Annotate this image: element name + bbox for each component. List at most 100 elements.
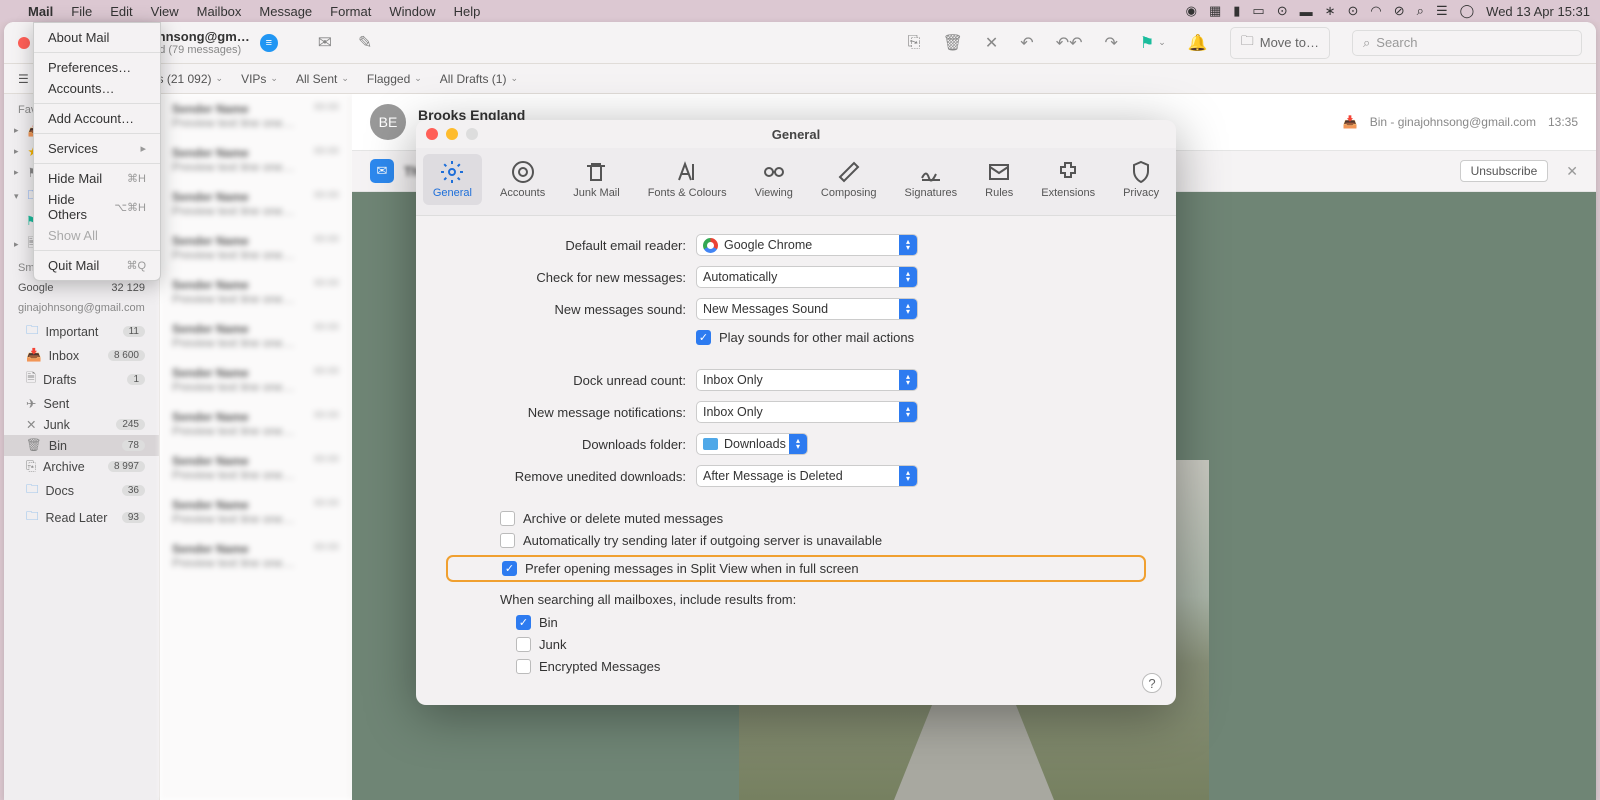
select-dock[interactable]: Inbox Only▴▾: [696, 369, 918, 391]
checkbox-search-encrypted[interactable]: [516, 659, 531, 674]
unsubscribe-button[interactable]: Unsubscribe: [1460, 160, 1549, 182]
menu-edit[interactable]: Edit: [110, 4, 132, 19]
envelope-icon[interactable]: ✉: [318, 33, 332, 53]
favourites-bar: ☰ Mailboxes All Inboxes (21 092) ⌄ VIPs …: [4, 64, 1596, 94]
menu-mailbox[interactable]: Mailbox: [197, 4, 242, 19]
user-icon[interactable]: ⊘: [1394, 3, 1405, 19]
favbar-all-drafts[interactable]: All Drafts (1) ⌄: [440, 72, 518, 86]
record-icon[interactable]: ⊙: [1277, 3, 1288, 19]
menu-services[interactable]: Services▸: [34, 138, 160, 159]
menu-hide-others[interactable]: Hide Others⌥⌘H: [34, 189, 160, 225]
siri-icon[interactable]: ◯: [1460, 3, 1475, 19]
close-banner-icon[interactable]: ✕: [1566, 163, 1578, 180]
menu-add-account[interactable]: Add Account…: [34, 108, 160, 129]
pref-tab-general[interactable]: General: [423, 154, 482, 205]
highlighted-option: ✓ Prefer opening messages in Split View w…: [446, 555, 1146, 582]
reply-icon[interactable]: ↶: [1020, 33, 1033, 53]
sidebar-item-drafts[interactable]: 🗎Drafts1: [4, 366, 159, 393]
favbar-flagged[interactable]: Flagged ⌄: [367, 72, 422, 86]
spotlight-icon[interactable]: ⌕: [1417, 3, 1424, 19]
menu-about-mail[interactable]: About Mail: [34, 27, 160, 48]
select-notifications[interactable]: Inbox Only▴▾: [696, 401, 918, 423]
favbar-all-sent[interactable]: All Sent ⌄: [296, 72, 349, 86]
close-window-button[interactable]: [18, 37, 30, 49]
pref-tab-viewing[interactable]: Viewing: [745, 154, 803, 205]
sidebar-section-account: ginajohnsong@gmail.com: [4, 298, 159, 318]
flag-dropdown[interactable]: ⚑⌄: [1140, 33, 1166, 53]
reply-all-icon[interactable]: ↶↶: [1056, 33, 1083, 53]
forward-icon[interactable]: ↷: [1105, 33, 1118, 53]
pref-tab-composing[interactable]: Composing: [811, 154, 887, 205]
menu-file[interactable]: File: [71, 4, 92, 19]
menu-mail[interactable]: Mail: [28, 4, 53, 19]
message-list[interactable]: Sender Name00:00Preview text line one… S…: [160, 94, 352, 800]
label-check-messages: Check for new messages:: [446, 270, 696, 285]
pref-tab-rules[interactable]: Rules: [975, 154, 1023, 205]
inbox-icon: 📥: [1343, 115, 1358, 129]
sidebar-item-archive[interactable]: ⎘Archive8 997: [4, 456, 159, 477]
menu-quit-mail[interactable]: Quit Mail⌘Q: [34, 255, 160, 276]
help-button[interactable]: ?: [1142, 673, 1162, 693]
select-downloads[interactable]: Downloads▴▾: [696, 433, 808, 455]
chrome-icon: [703, 238, 718, 253]
menu-message[interactable]: Message: [259, 4, 312, 19]
checkbox-search-junk[interactable]: [516, 637, 531, 652]
sidebar-item-important[interactable]: 🗀Important11: [4, 318, 159, 345]
menu-accounts[interactable]: Accounts…: [34, 78, 160, 99]
sidebar-item-google[interactable]: Google32 129: [4, 278, 159, 298]
label-split-view: Prefer opening messages in Split View wh…: [525, 561, 859, 576]
mute-icon[interactable]: 🔔: [1188, 33, 1208, 53]
menu-format[interactable]: Format: [330, 4, 371, 19]
pref-tab-signatures[interactable]: Signatures: [895, 154, 968, 205]
thread-badge-icon[interactable]: ≡: [260, 34, 278, 52]
search-input[interactable]: ⌕Search: [1352, 30, 1582, 56]
status-icon[interactable]: ◉: [1186, 3, 1197, 19]
checkbox-search-bin[interactable]: ✓: [516, 615, 531, 630]
pref-tab-fonts[interactable]: Fonts & Colours: [638, 154, 737, 205]
sidebar-item-sent[interactable]: ✈Sent: [4, 393, 159, 414]
sidebar-item-bin[interactable]: 🗑Bin78: [4, 435, 159, 456]
menu-view[interactable]: View: [151, 4, 179, 19]
sidebar-item-inbox[interactable]: 📥Inbox8 600: [4, 345, 159, 366]
compose-icon[interactable]: ✎: [358, 33, 372, 53]
wifi-icon[interactable]: ⊙: [1348, 3, 1359, 19]
display-icon[interactable]: ▭: [1252, 3, 1264, 19]
archive-icon[interactable]: ⎘: [908, 34, 921, 52]
pref-tab-junk[interactable]: Junk Mail: [563, 154, 629, 205]
move-to-button[interactable]: 🗀Move to…: [1230, 27, 1330, 59]
menu-hide-mail[interactable]: Hide Mail⌘H: [34, 168, 160, 189]
select-check-messages[interactable]: Automatically▴▾: [696, 266, 918, 288]
sidebar-item-junk[interactable]: ✕Junk245: [4, 414, 159, 435]
select-sound[interactable]: New Messages Sound▴▾: [696, 298, 918, 320]
trash-icon[interactable]: 🗑: [943, 33, 963, 53]
pref-tab-accounts[interactable]: Accounts: [490, 154, 555, 205]
pref-tab-extensions[interactable]: Extensions: [1031, 154, 1105, 205]
pref-tab-privacy[interactable]: Privacy: [1113, 154, 1169, 205]
menubar-clock[interactable]: Wed 13 Apr 15:31: [1486, 4, 1590, 19]
control-center-icon[interactable]: ☰: [1436, 3, 1448, 19]
bluetooth-icon[interactable]: ∗: [1325, 3, 1336, 19]
sidebar-item-docs[interactable]: 🗀Docs36: [4, 477, 159, 504]
label-remove-downloads: Remove unedited downloads:: [446, 469, 696, 484]
folder-icon: [703, 438, 718, 450]
wifi-icon[interactable]: ◠: [1370, 3, 1381, 19]
menu-preferences[interactable]: Preferences…: [34, 57, 160, 78]
label-dock: Dock unread count:: [446, 373, 696, 388]
flag-icon[interactable]: ▬: [1300, 4, 1313, 19]
sidebar-item-read-later[interactable]: 🗀Read Later93: [4, 504, 159, 531]
label-search-junk: Junk: [539, 637, 566, 652]
menu-help[interactable]: Help: [454, 4, 481, 19]
menu-window[interactable]: Window: [389, 4, 435, 19]
sender-avatar: BE: [370, 104, 406, 140]
checkbox-archive-muted[interactable]: [500, 511, 515, 526]
battery-icon[interactable]: ▮: [1233, 3, 1240, 19]
checkbox-retry-send[interactable]: [500, 533, 515, 548]
select-default-reader[interactable]: Google Chrome▴▾: [696, 234, 918, 256]
junk-icon[interactable]: ✕: [985, 33, 998, 53]
checkbox-play-sounds[interactable]: ✓: [696, 330, 711, 345]
status-icon[interactable]: ▦: [1209, 3, 1221, 19]
menu-show-all: Show All: [34, 225, 160, 246]
checkbox-split-view[interactable]: ✓: [502, 561, 517, 576]
favbar-vips[interactable]: VIPs ⌄: [241, 72, 278, 86]
select-remove-downloads[interactable]: After Message is Deleted▴▾: [696, 465, 918, 487]
